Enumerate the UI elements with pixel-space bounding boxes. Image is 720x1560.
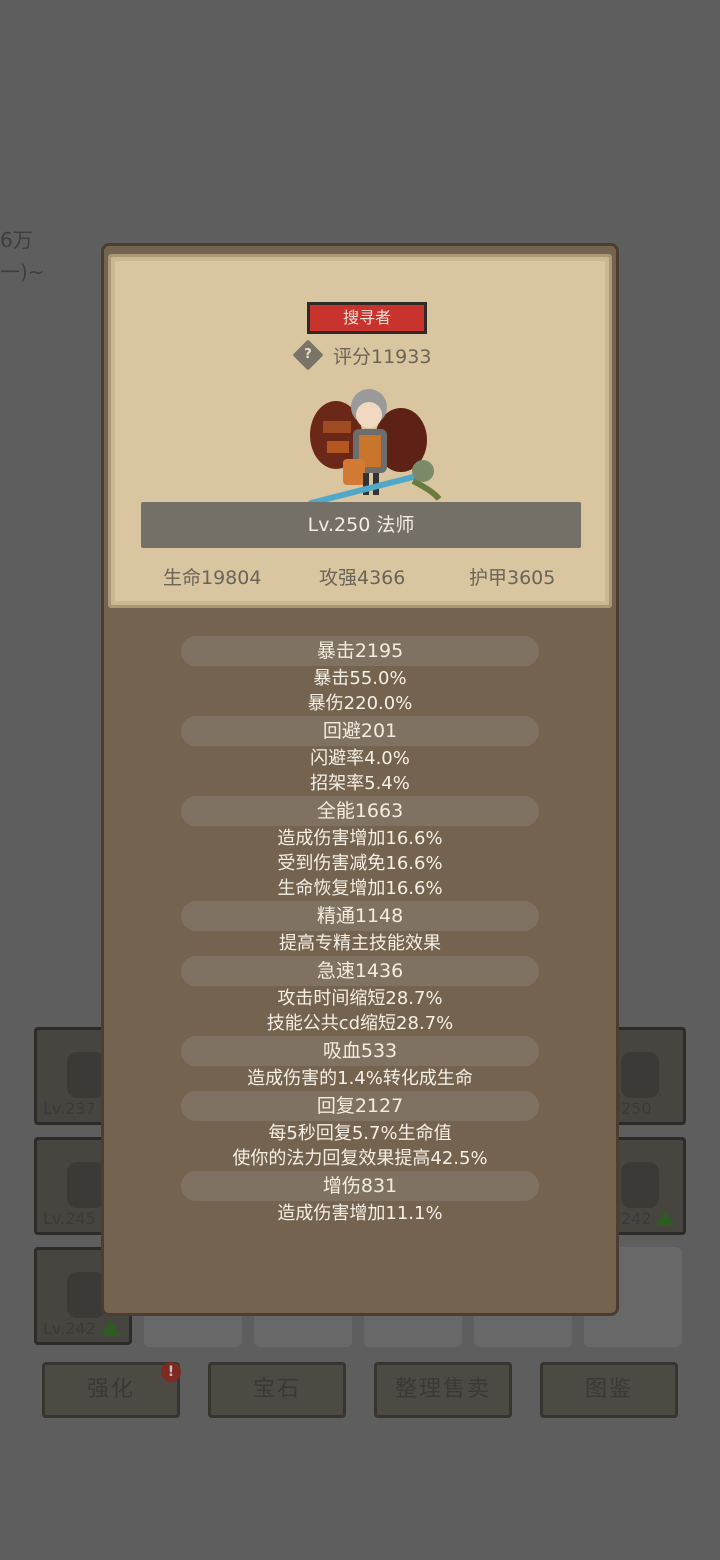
attribute-line: 生命恢复增加16.6%	[277, 878, 443, 899]
enhance-button[interactable]: 强化	[42, 1362, 180, 1418]
attribute-line: 造成伤害的1.4%转化成生命	[247, 1068, 473, 1089]
equipment-icon	[621, 1162, 659, 1208]
help-icon-glyph: ?	[304, 347, 312, 362]
character-header-card: 搜寻者 ? 评分11933 Lv.250 法师 生命19804 攻强4366 护…	[108, 254, 612, 608]
character-avatar	[308, 389, 442, 506]
upgrade-arrow-icon	[655, 1210, 675, 1226]
attribute-line: 暴击55.0%	[313, 668, 407, 689]
stat-health: 生命19804	[163, 567, 262, 589]
attribute-line: 暴伤220.0%	[307, 693, 413, 714]
attribute-line: 每5秒回复5.7%生命值	[268, 1123, 452, 1144]
slot-level: Lv.237	[43, 1099, 96, 1118]
equipment-icon	[67, 1052, 105, 1098]
attribute-list: 暴击2195 暴击55.0% 暴伤220.0% 回避201 闪避率4.0% 招架…	[104, 636, 616, 1226]
stat-attack: 攻强4366	[319, 567, 406, 589]
codex-button[interactable]: 图鉴	[540, 1362, 678, 1418]
attribute-line: 提高专精主技能效果	[279, 933, 441, 954]
stat-armor: 护甲3605	[469, 567, 556, 589]
equipment-icon	[621, 1052, 659, 1098]
attribute-title: 精通1148	[181, 901, 539, 931]
slot-level: Lv.245	[43, 1209, 96, 1228]
gem-button[interactable]: 宝石	[208, 1362, 346, 1418]
attribute-title: 急速1436	[181, 956, 539, 986]
attribute-title: 全能1663	[181, 796, 539, 826]
attribute-title: 回避201	[181, 716, 539, 746]
slot-level: Lv.242	[43, 1319, 96, 1338]
character-detail-popup: 搜寻者 ? 评分11933 Lv.250 法师 生命19804 攻强4366 护…	[101, 243, 619, 1316]
attribute-title: 增伤831	[181, 1171, 539, 1201]
organize-sell-button[interactable]: 整理售卖	[374, 1362, 512, 1418]
attribute-title: 暴击2195	[181, 636, 539, 666]
slot-level: 242	[621, 1209, 652, 1228]
equipment-icon	[67, 1162, 105, 1208]
attribute-line: 造成伤害增加16.6%	[277, 828, 443, 849]
attribute-line: 攻击时间缩短28.7%	[277, 988, 443, 1009]
bg-text-fragment: 一)~	[0, 260, 45, 284]
score-label: 评分11933	[333, 346, 432, 368]
equipment-icon	[67, 1272, 105, 1318]
attribute-title: 吸血533	[181, 1036, 539, 1066]
class-tag: 搜寻者	[307, 302, 427, 334]
attribute-line: 受到伤害减免16.6%	[277, 853, 443, 874]
attribute-line: 招架率5.4%	[310, 773, 410, 794]
slot-level: 250	[621, 1099, 652, 1118]
level-class-bar: Lv.250 法师	[141, 502, 581, 548]
bg-text-fragment: 6万	[0, 228, 33, 252]
attribute-line: 技能公共cd缩短28.7%	[266, 1013, 454, 1034]
attribute-line: 使你的法力回复效果提高42.5%	[232, 1148, 488, 1169]
help-icon[interactable]: ?	[292, 339, 324, 371]
notification-badge: !	[161, 1362, 181, 1382]
attribute-line: 闪避率4.0%	[310, 748, 410, 769]
upgrade-arrow-icon	[101, 1320, 121, 1336]
attribute-line: 造成伤害增加11.1%	[277, 1203, 443, 1224]
attribute-title: 回复2127	[181, 1091, 539, 1121]
